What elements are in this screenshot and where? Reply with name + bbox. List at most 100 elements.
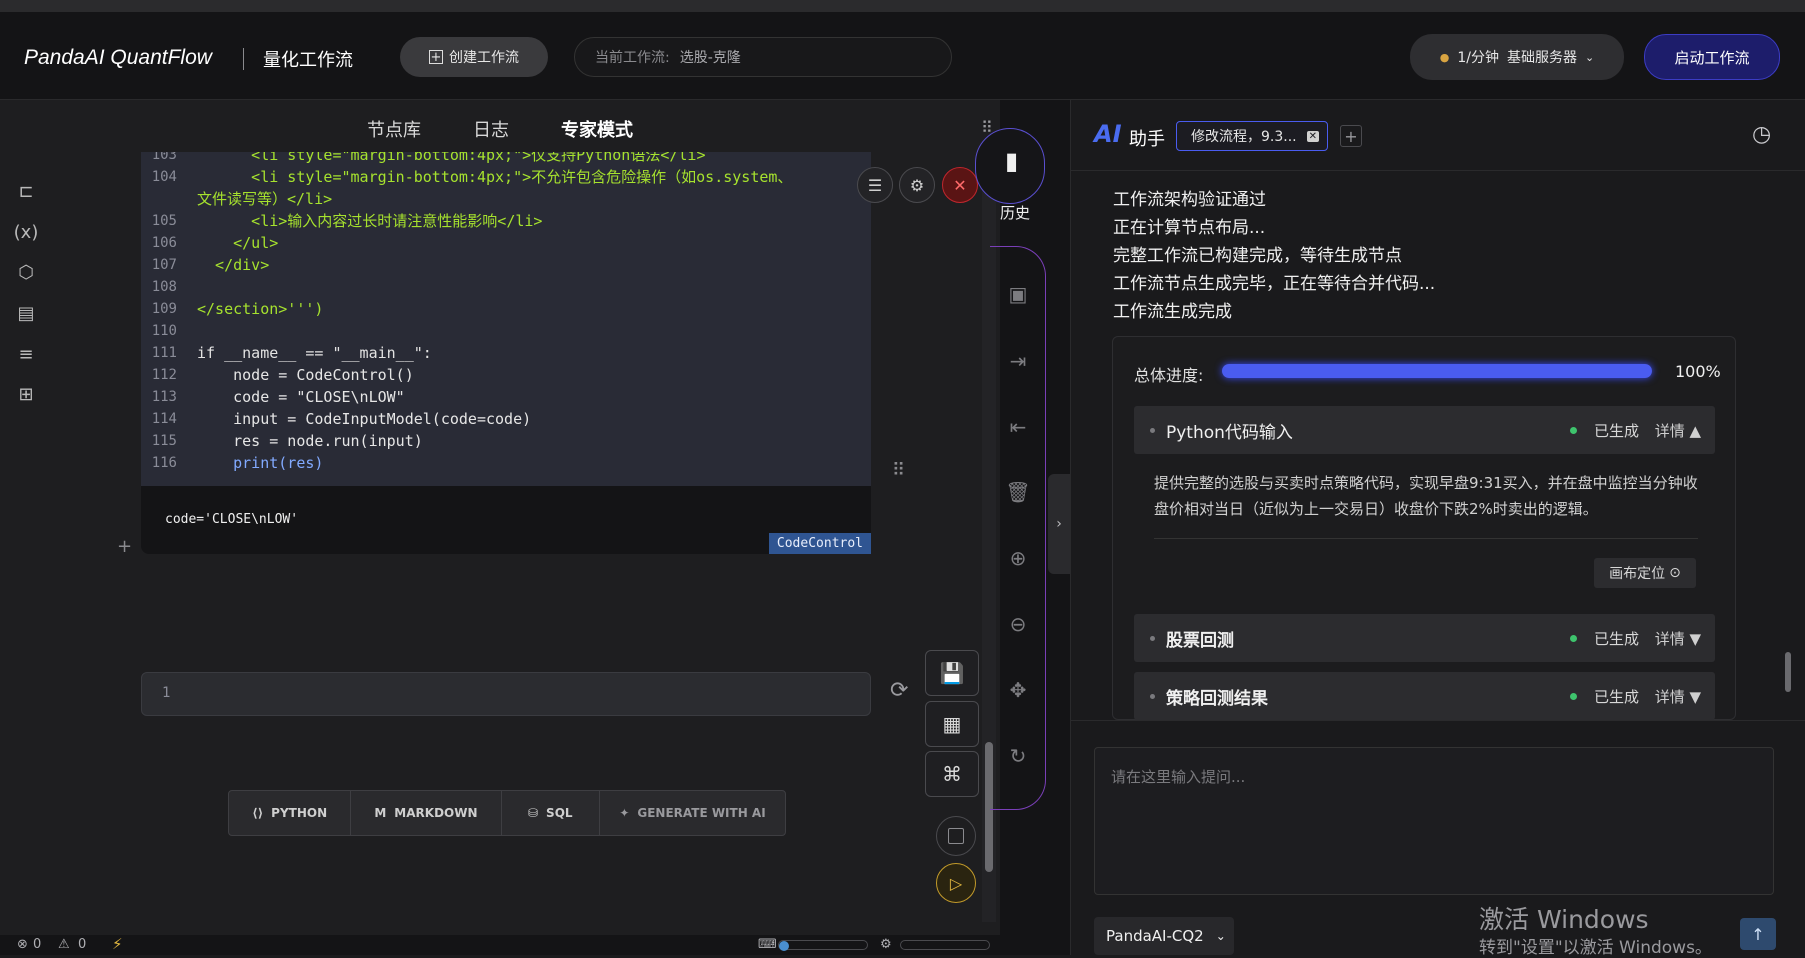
input-placeholder: 请在这里输入提问... <box>1111 768 1246 786</box>
current-workflow-field[interactable]: 当前工作流: 选股-克隆 <box>574 37 952 77</box>
menu-icon[interactable]: ☰ <box>857 167 893 203</box>
markdown-cell-button[interactable]: M MARKDOWN <box>351 791 502 835</box>
save-icon[interactable]: 💾 <box>925 650 979 696</box>
header-divider <box>243 48 244 70</box>
gear-icon[interactable]: ⚙ <box>899 167 935 203</box>
question-input[interactable]: 请在这里输入提问... <box>1094 747 1774 895</box>
section-python-input[interactable]: Python代码输入 已生成 详情 ▲ <box>1134 406 1715 454</box>
target-icon: ⊙ <box>1669 565 1681 581</box>
close-icon[interactable]: ✕ <box>942 167 978 203</box>
refresh-icon[interactable]: ⟳ <box>890 678 908 703</box>
hierarchy-icon[interactable]: ⊞ <box>14 382 38 406</box>
section-divider <box>1154 538 1698 539</box>
tab-node-library[interactable]: 节点库 <box>367 116 421 142</box>
slider-thumb[interactable] <box>779 941 789 951</box>
tree-icon[interactable]: ⊏ <box>14 179 38 203</box>
rate-label: 1/分钟 <box>1457 50 1499 66</box>
section-title: Python代码输入 <box>1166 423 1293 443</box>
progress-slider[interactable] <box>778 940 868 951</box>
sparkle-icon: ✦ <box>619 806 630 820</box>
ai-logo: AI <box>1094 120 1122 148</box>
warning-count: 0 <box>78 937 87 952</box>
generate-ai-label: GENERATE WITH AI <box>637 806 766 820</box>
cell-output: code='CLOSE\nLOW' CodeControl <box>141 486 871 554</box>
progress-fill <box>1222 364 1652 378</box>
section-title: 策略回测结果 <box>1166 689 1268 709</box>
status-dot-icon <box>1570 427 1577 434</box>
tool-capsule <box>990 246 1046 810</box>
bar-chart-icon: ▮ <box>1005 147 1019 175</box>
history-clock-icon[interactable]: ◷ <box>1752 122 1771 147</box>
start-workflow-button[interactable]: 启动工作流 <box>1644 34 1780 80</box>
section-status: 已生成 <box>1593 422 1639 440</box>
chat-scrollbar[interactable] <box>1782 172 1794 720</box>
server-label: 基础服务器 <box>1507 50 1577 66</box>
create-workflow-label: 创建工作流 <box>449 50 519 66</box>
section-title: 股票回测 <box>1166 631 1234 651</box>
progress-bar <box>1222 364 1652 378</box>
code-icon: ⟨⟩ <box>252 806 264 820</box>
search-list-icon[interactable]: ≡ <box>14 342 38 366</box>
reset-icon[interactable]: ↻ <box>1002 740 1034 772</box>
collapse-panel-button[interactable]: › <box>1048 474 1070 574</box>
python-label: PYTHON <box>271 806 328 820</box>
conversation-chip[interactable]: 修改流程，9.3... ✕ <box>1176 121 1328 151</box>
chip-label: 修改流程，9.3... <box>1191 129 1297 145</box>
generate-ai-button[interactable]: ✦ GENERATE WITH AI <box>600 791 785 835</box>
tab-logs[interactable]: 日志 <box>473 116 509 142</box>
create-workflow-button[interactable]: + 创建工作流 <box>400 37 548 77</box>
line-number: 1 <box>162 685 171 701</box>
run-button[interactable]: ▷ <box>936 863 976 903</box>
add-square-icon: + <box>429 49 443 65</box>
section-detail-toggle[interactable]: 详情 ▲ <box>1655 420 1701 441</box>
section-detail-toggle[interactable]: 详情 ▼ <box>1655 686 1701 707</box>
watermark-subtitle: 转到"设置"以激活 Windows。 <box>1479 938 1712 958</box>
tab-expert-mode[interactable]: 专家模式 <box>561 116 633 142</box>
keyboard-icon: ⌨ <box>758 937 777 952</box>
python-cell-button[interactable]: ⟨⟩ PYTHON <box>229 791 352 835</box>
locate-on-canvas-button[interactable]: 画布定位 ⊙ <box>1594 558 1696 588</box>
log-line: 工作流架构验证通过 <box>1113 190 1266 210</box>
empty-code-cell[interactable]: 1 <box>141 672 871 716</box>
output-tag: CodeControl <box>768 533 871 554</box>
trash-icon[interactable]: 🗑 <box>1002 476 1034 508</box>
watermark-title: 激活 Windows <box>1479 905 1649 934</box>
add-conversation-icon[interactable]: + <box>1340 125 1362 147</box>
sql-cell-button[interactable]: ⛁ SQL <box>502 791 600 835</box>
section-status: 已生成 <box>1593 688 1639 706</box>
history-icon-ring[interactable]: ▮ <box>975 128 1045 204</box>
layout-icon[interactable]: ▦ <box>925 701 979 747</box>
cube-icon[interactable]: ⬡ <box>14 260 38 284</box>
log-line: 完整工作流已构建完成，等待生成节点 <box>1113 246 1402 266</box>
variable-icon[interactable]: (x) <box>14 220 39 244</box>
drag-dots-icon[interactable]: ⠿ <box>892 460 905 481</box>
model-select[interactable]: PandaAI-CQ2 ⌄ <box>1094 917 1234 955</box>
warning-icon: ⚠ <box>58 937 70 952</box>
section-detail-toggle[interactable]: 详情 ▼ <box>1655 628 1701 649</box>
log-line: 正在计算节点布局... <box>1113 218 1266 238</box>
add-cell-icon[interactable]: + <box>117 536 132 557</box>
progress-card <box>1112 336 1736 720</box>
memory-slider[interactable] <box>900 940 990 950</box>
coin-icon: ● <box>1439 50 1450 64</box>
server-select[interactable]: ● 1/分钟 基础服务器 ⌄ <box>1410 34 1624 80</box>
code-editor[interactable]: 103 <li style="margin-bottom:4px;">仅支持Py… <box>141 152 871 486</box>
zoom-in-icon[interactable]: ⊕ <box>1002 542 1034 574</box>
scroll-top-button[interactable]: ↑ <box>1740 918 1776 950</box>
app-header: PandaAI QuantFlow 量化工作流 + 创建工作流 当前工作流: 选… <box>0 12 1805 100</box>
export-icon[interactable]: ⇥ <box>1002 345 1034 377</box>
zoom-out-icon[interactable]: ⊖ <box>1002 608 1034 640</box>
save-icon[interactable]: ▣ <box>1002 278 1034 310</box>
markdown-label: MARKDOWN <box>394 806 478 820</box>
close-icon[interactable]: ✕ <box>1306 130 1320 142</box>
history-label[interactable]: 历史 <box>1000 202 1030 223</box>
lightning-icon[interactable]: ⚡ <box>112 935 123 953</box>
section-backtest-results[interactable]: 策略回测结果 已生成 详情 ▼ <box>1134 672 1715 720</box>
scroll-icon[interactable]: ▤ <box>14 301 38 325</box>
chat-scrollbar-thumb[interactable] <box>1785 652 1791 692</box>
section-backtest[interactable]: 股票回测 已生成 详情 ▼ <box>1134 614 1715 662</box>
stop-button[interactable] <box>936 816 976 856</box>
move-icon[interactable]: ✥ <box>1002 674 1034 706</box>
command-icon[interactable]: ⌘ <box>925 751 979 797</box>
import-icon[interactable]: ⇤ <box>1002 411 1034 443</box>
